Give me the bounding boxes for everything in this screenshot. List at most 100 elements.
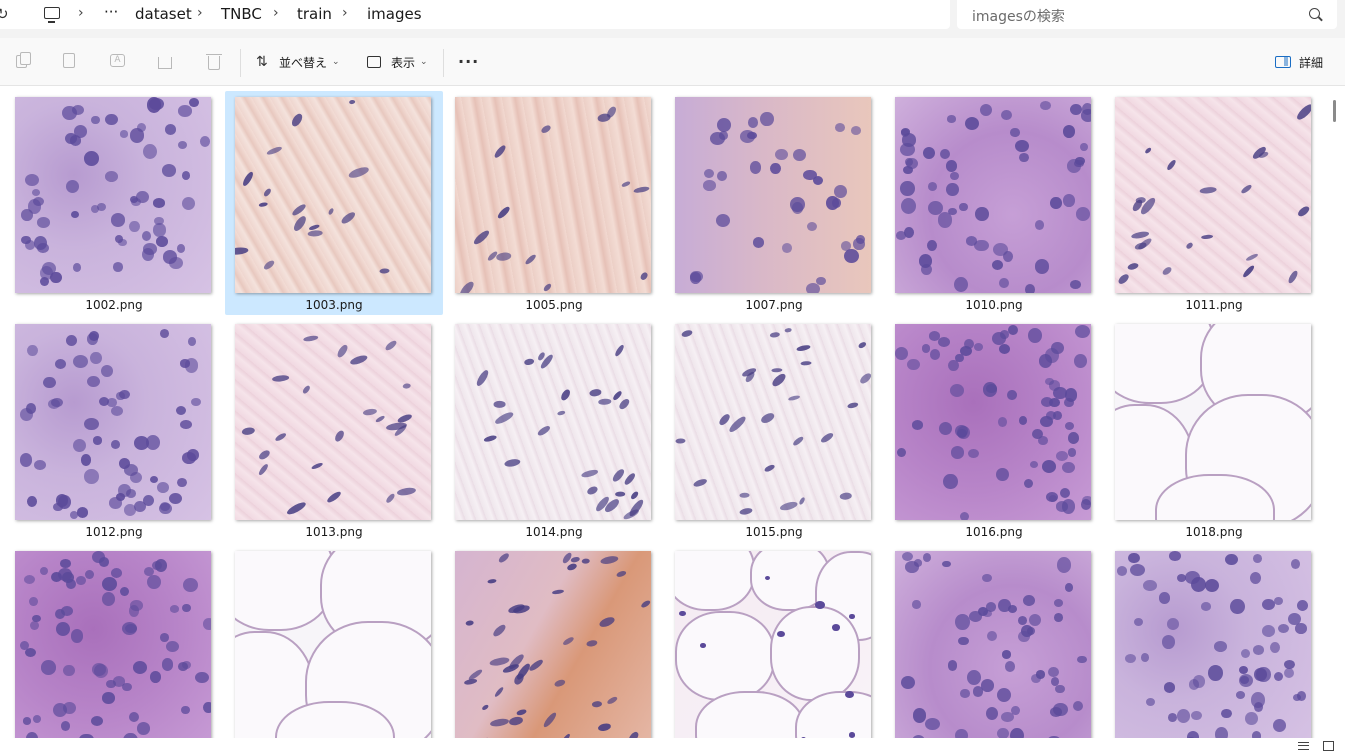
breadcrumb-dataset[interactable]: dataset bbox=[135, 5, 192, 23]
file-item[interactable] bbox=[665, 545, 883, 738]
tissue-texture bbox=[194, 671, 210, 684]
tissue-texture bbox=[76, 506, 89, 518]
sort-button[interactable]: ⇅ 並べ替え ⌄ bbox=[256, 51, 340, 73]
copy-icon[interactable] bbox=[16, 52, 34, 71]
search-icon[interactable] bbox=[1309, 8, 1320, 19]
tissue-texture bbox=[1128, 552, 1140, 564]
tissue-texture bbox=[1007, 389, 1017, 401]
file-thumbnail[interactable] bbox=[1115, 551, 1311, 738]
file-item[interactable]: 1007.png bbox=[665, 91, 883, 315]
chevron-right-icon[interactable]: › bbox=[273, 5, 279, 21]
file-item[interactable]: 1005.png bbox=[445, 91, 663, 315]
tissue-texture bbox=[904, 561, 919, 573]
file-thumbnail[interactable] bbox=[235, 324, 431, 520]
paste-icon[interactable] bbox=[63, 53, 81, 71]
file-thumbnail[interactable] bbox=[15, 551, 211, 738]
file-thumbnail[interactable] bbox=[1115, 324, 1311, 520]
tissue-texture bbox=[1024, 479, 1034, 489]
file-thumbnail[interactable] bbox=[675, 551, 871, 738]
breadcrumb-images[interactable]: images bbox=[367, 5, 422, 23]
tissue-texture bbox=[1273, 671, 1284, 682]
tissue-texture bbox=[1059, 487, 1071, 499]
file-item[interactable]: 1013.png bbox=[225, 318, 443, 542]
chevron-right-icon[interactable]: › bbox=[342, 5, 348, 21]
tissue-texture bbox=[137, 122, 147, 132]
address-box[interactable]: ↻ › ··· dataset › TNBC › train › images bbox=[0, 0, 950, 29]
file-item[interactable]: 1003.png bbox=[225, 91, 443, 315]
tissue-texture bbox=[1117, 272, 1131, 286]
details-view-icon[interactable] bbox=[1298, 742, 1309, 750]
file-item[interactable] bbox=[445, 545, 663, 738]
file-name-label: 1014.png bbox=[525, 525, 583, 539]
file-thumbnail[interactable] bbox=[455, 324, 651, 520]
file-thumbnail[interactable] bbox=[455, 97, 651, 293]
tissue-texture bbox=[70, 628, 84, 643]
file-thumbnail[interactable] bbox=[235, 97, 431, 293]
file-item[interactable]: 1002.png bbox=[5, 91, 223, 315]
file-thumbnail[interactable] bbox=[895, 97, 1091, 293]
tissue-texture bbox=[750, 161, 762, 174]
tissue-texture bbox=[946, 183, 959, 197]
file-thumbnail[interactable] bbox=[15, 324, 211, 520]
tissue-texture bbox=[1018, 415, 1028, 425]
tissue-texture bbox=[959, 202, 968, 211]
breadcrumb-overflow[interactable]: ··· bbox=[104, 3, 118, 21]
more-options-button[interactable]: ··· bbox=[458, 52, 479, 71]
tissue-texture bbox=[831, 623, 841, 631]
tissue-texture bbox=[39, 277, 49, 287]
file-item[interactable] bbox=[5, 545, 223, 738]
breadcrumb-train[interactable]: train bbox=[297, 5, 332, 23]
search-input[interactable]: imagesの検索 bbox=[957, 0, 1337, 29]
share-icon[interactable] bbox=[158, 53, 176, 71]
tissue-texture bbox=[112, 262, 124, 272]
vertical-scrollbar[interactable] bbox=[1333, 100, 1336, 122]
tissue-texture bbox=[1080, 109, 1091, 122]
tissue-texture bbox=[613, 343, 625, 357]
large-icons-view-icon[interactable] bbox=[1323, 741, 1334, 751]
file-item[interactable]: 1015.png bbox=[665, 318, 883, 542]
file-thumbnail[interactable] bbox=[675, 324, 871, 520]
file-item[interactable]: 1012.png bbox=[5, 318, 223, 542]
tissue-texture bbox=[1010, 128, 1020, 137]
refresh-icon[interactable]: ↻ bbox=[0, 5, 10, 23]
file-item[interactable]: 1011.png bbox=[1105, 91, 1323, 315]
file-item[interactable]: 1016.png bbox=[885, 318, 1103, 542]
tissue-texture bbox=[101, 591, 116, 607]
tissue-texture bbox=[189, 97, 199, 108]
tissue-texture bbox=[110, 406, 124, 417]
file-thumbnail[interactable] bbox=[455, 551, 651, 738]
file-name-label: 1012.png bbox=[85, 525, 143, 539]
rename-icon[interactable]: A bbox=[110, 53, 128, 71]
tissue-texture bbox=[1133, 618, 1143, 627]
file-item[interactable]: 1010.png bbox=[885, 91, 1103, 315]
file-thumbnail[interactable] bbox=[675, 97, 871, 293]
file-item[interactable] bbox=[1105, 545, 1323, 738]
view-button[interactable]: 表示 ⌄ bbox=[367, 51, 428, 73]
file-thumbnail[interactable] bbox=[1115, 97, 1311, 293]
file-item[interactable]: 1018.png bbox=[1105, 318, 1323, 542]
tissue-texture bbox=[992, 260, 1004, 271]
tissue-texture bbox=[895, 347, 909, 361]
file-item[interactable] bbox=[225, 545, 443, 738]
file-item[interactable]: 1014.png bbox=[445, 318, 663, 542]
file-thumbnail[interactable] bbox=[235, 551, 431, 738]
tissue-texture bbox=[36, 217, 50, 228]
file-thumbnail[interactable] bbox=[15, 97, 211, 293]
tissue-texture bbox=[84, 418, 99, 431]
sort-icon: ⇅ bbox=[256, 54, 268, 70]
tissue-texture bbox=[1001, 650, 1011, 659]
file-thumbnail[interactable] bbox=[895, 324, 1091, 520]
chevron-right-icon[interactable]: › bbox=[78, 5, 84, 21]
details-button[interactable]: 詳細 bbox=[1275, 51, 1323, 73]
tissue-texture bbox=[1064, 422, 1075, 431]
tissue-texture bbox=[154, 559, 168, 573]
tissue-texture bbox=[1207, 665, 1223, 681]
breadcrumb-tnbc[interactable]: TNBC bbox=[221, 5, 262, 23]
tissue-texture bbox=[1204, 578, 1220, 593]
tissue-texture bbox=[1262, 598, 1276, 611]
file-item[interactable] bbox=[885, 545, 1103, 738]
delete-icon[interactable] bbox=[206, 53, 225, 71]
chevron-right-icon[interactable]: › bbox=[197, 5, 203, 21]
file-thumbnail[interactable] bbox=[895, 551, 1091, 738]
this-pc-icon[interactable] bbox=[44, 7, 60, 23]
